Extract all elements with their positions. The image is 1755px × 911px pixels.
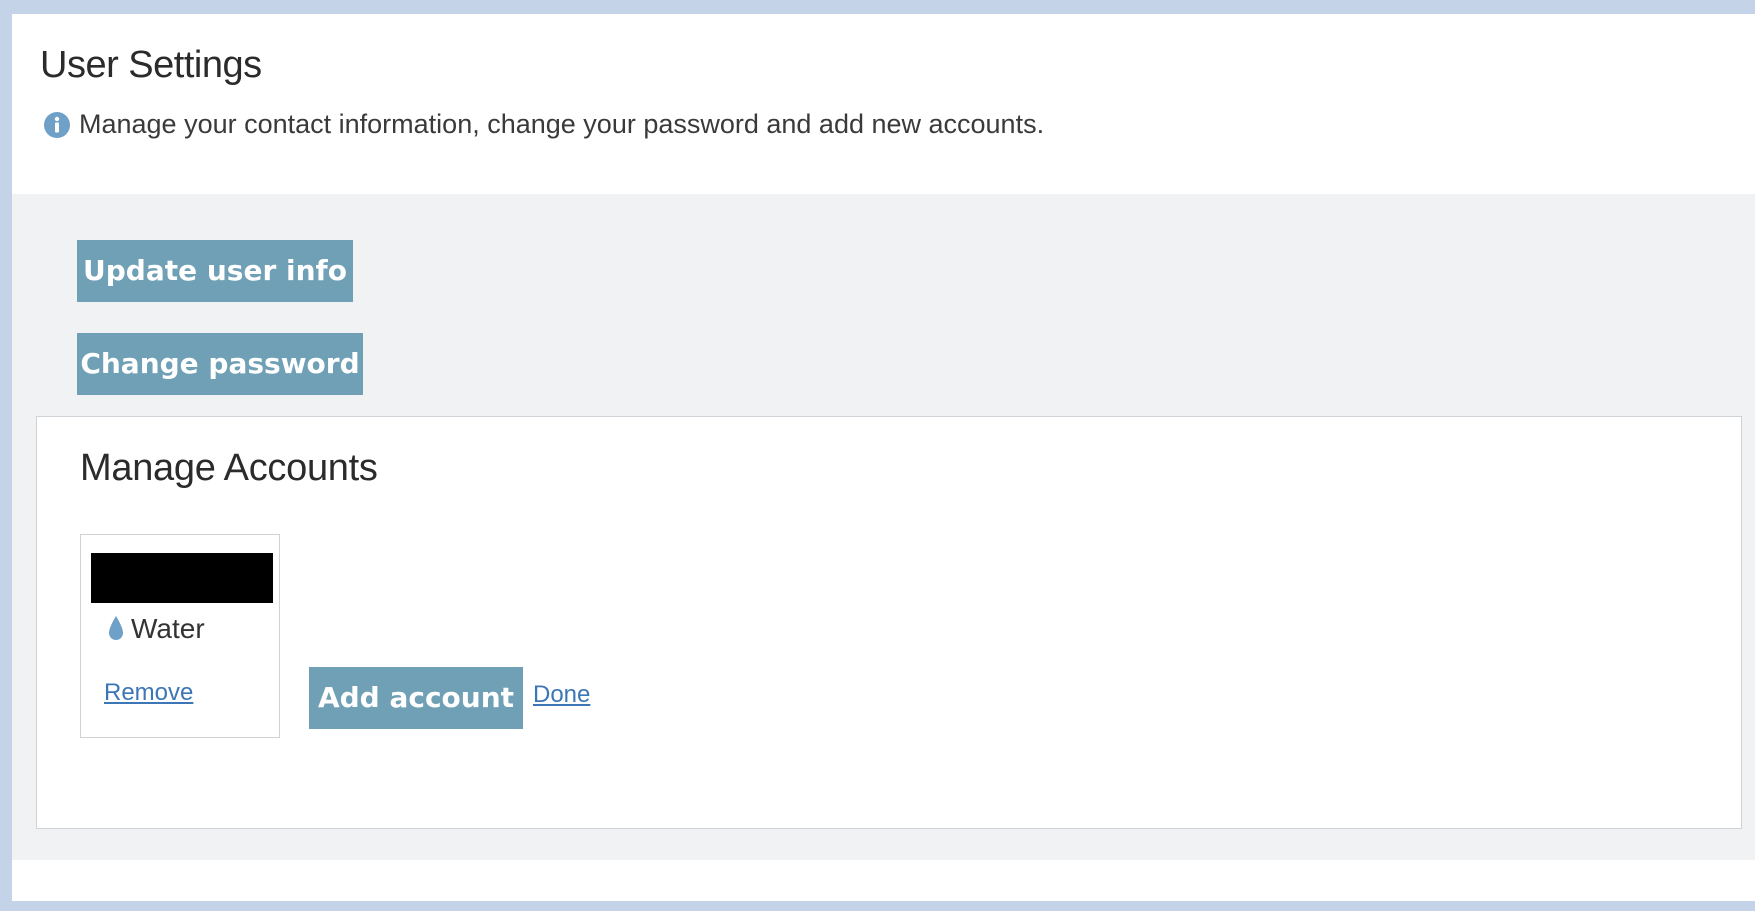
page-title: User Settings [40, 44, 262, 86]
account-name-redacted [91, 553, 273, 603]
update-user-info-button[interactable]: Update user info [77, 240, 353, 302]
info-description: Manage your contact information, change … [43, 109, 1044, 140]
water-drop-icon [107, 615, 125, 643]
add-account-button[interactable]: Add account [309, 667, 523, 729]
service-label: Water [131, 613, 205, 644]
settings-content: Update user info Change password Manage … [12, 194, 1755, 860]
account-service: Water [107, 613, 205, 645]
done-link[interactable]: Done [533, 681, 590, 709]
page-header: User Settings Manage your contact inform… [12, 14, 1755, 194]
remove-account-link[interactable]: Remove [104, 679, 193, 707]
manage-accounts-title: Manage Accounts [80, 447, 378, 489]
manage-accounts-panel: Manage Accounts Water Remove Add account… [36, 416, 1742, 829]
info-circle-icon [43, 111, 71, 139]
description-text: Manage your contact information, change … [79, 109, 1045, 139]
user-settings-page: User Settings Manage your contact inform… [12, 14, 1755, 901]
change-password-button[interactable]: Change password [77, 333, 363, 395]
account-card: Water Remove [80, 534, 280, 738]
